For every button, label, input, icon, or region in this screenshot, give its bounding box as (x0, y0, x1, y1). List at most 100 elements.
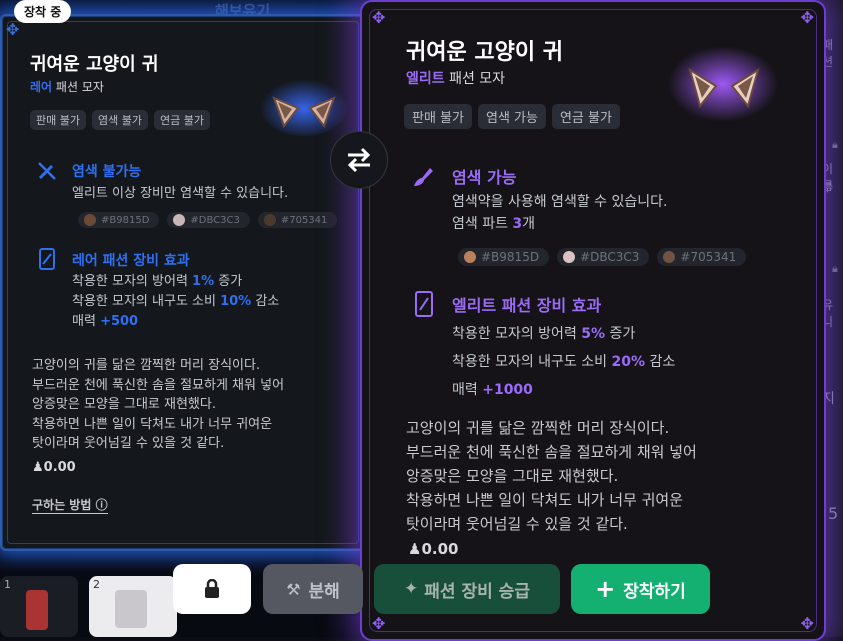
swatch-label: #705341 (680, 250, 737, 264)
swatch-label: #DBC3C3 (190, 214, 240, 226)
equipped-badge: 장착 중 (14, 0, 72, 23)
item-title: 귀여운 고양이 귀 (406, 40, 563, 65)
cat-ears-image (668, 46, 778, 122)
effect-value: +500 (100, 314, 139, 330)
swatch-dot (263, 214, 276, 226)
effect-line: 착용한 모자의 내구도 소비 20% 감소 (452, 348, 675, 376)
equip-button[interactable]: + 장착하기 (571, 564, 710, 614)
swatch-dot (84, 214, 96, 226)
side-panel-label: 5 (828, 504, 839, 523)
color-swatch[interactable]: #B9815D (458, 248, 550, 266)
dye-status-text: 엘리트 이상 장비만 염색할 수 있습니다. (72, 186, 289, 201)
swap-arrows-icon (347, 147, 371, 173)
swatch-label: #705341 (280, 214, 328, 226)
no-dye-icon (38, 162, 56, 180)
item-tags: 판매 불가 염색 불가 연금 불가 (30, 110, 210, 130)
dye-parts: 염색 파트 3개 (452, 214, 667, 236)
price-bag-icon: ♟ (408, 540, 422, 558)
slot-number: 2 (93, 578, 100, 591)
effect-title: 레어 패션 장비 효과 (72, 253, 190, 269)
dismantle-label: 분해 (308, 581, 340, 602)
effect-text: 매력 (72, 314, 101, 330)
dismantle-button[interactable]: ⚒ 분해 (263, 564, 363, 614)
ornament-icon: ✥ (800, 614, 814, 633)
effect-text: 착용한 모자의 내구도 소비 (452, 354, 612, 370)
price-value: 0.00 (43, 460, 76, 475)
swap-compare-button[interactable] (330, 131, 388, 189)
effect-value: 1% (192, 274, 215, 289)
upgrade-fashion-button[interactable]: ✦ 패션 장비 승급 (374, 564, 560, 614)
equipped-item-card: ✥ 귀여운 고양이 귀 레어 패션 모자 판매 불가 염색 불가 연금 불가 염… (0, 14, 366, 551)
description-line: 고양이의 귀를 닮은 깜찍한 머리 장식이다. (406, 419, 670, 437)
effect-text: 착용한 모자의 내구도 소비 (72, 294, 221, 310)
item-type: 패션 모자 (449, 71, 506, 87)
lock-icon: 🔒︎ (832, 138, 838, 151)
dye-description: 염색약을 사용해 염색할 수 있습니다. (452, 194, 668, 210)
tag-alchemy: 연금 불가 (551, 104, 620, 129)
tag-sell: 판매 불가 (30, 110, 86, 130)
effect-line: 매력 +500 (72, 312, 279, 332)
effect-title: 엘리트 패션 장비 효과 (452, 296, 602, 315)
effect-text: 착용한 모자의 방어력 (452, 326, 582, 342)
ornament-icon: ✥ (800, 8, 814, 27)
inventory-slot[interactable]: 2 (89, 576, 177, 637)
lock-button[interactable] (173, 564, 251, 614)
item-type: 패션 모자 (55, 80, 104, 94)
effect-lines: 착용한 모자의 방어력 1% 증가 착용한 모자의 내구도 소비 10% 감소 … (72, 272, 279, 332)
dye-swatches: #B9815D #DBC3C3 #705341 (78, 212, 338, 228)
fashion-card-icon (415, 291, 433, 317)
item-grade: 엘리트 (406, 71, 445, 87)
swatch-label: #DBC3C3 (580, 250, 640, 264)
description-line: 탓이라며 웃어넘길 수 있을 것 같다. (406, 515, 628, 533)
description-line: 탓이라며 웃어넘길 수 있을 것 같다. (32, 436, 225, 451)
dye-status-text: 염색약을 사용해 염색할 수 있습니다. 염색 파트 3개 (452, 192, 667, 235)
effect-value: 10% (220, 294, 252, 310)
inventory-slot[interactable]: 1 (0, 576, 78, 637)
lock-icon (205, 579, 219, 598)
tag-alchemy: 연금 불가 (153, 110, 210, 130)
swatch-dot (663, 251, 676, 263)
effect-value: 5% (581, 326, 606, 342)
plus-icon: + (595, 575, 616, 603)
description-line: 착용하면 나쁜 일이 닥쳐도 내가 너무 귀여운 (406, 491, 684, 509)
description-line: 고양이의 귀를 닮은 깜찍한 머리 장식이다. (32, 358, 261, 373)
color-swatch: #705341 (257, 212, 338, 228)
outfit-thumbnail (26, 590, 48, 630)
lock-icon: 🔒︎ (832, 262, 838, 275)
item-description: 고양이의 귀를 닮은 깜찍한 머리 장식이다. 부드러운 천에 푹신한 솜을 절… (406, 416, 697, 536)
color-swatch[interactable]: #705341 (657, 248, 747, 266)
color-swatch: #B9815D (78, 212, 160, 228)
upgrade-label: 패션 장비 승급 (424, 581, 530, 602)
tag-dye: 염색 가능 (477, 104, 546, 129)
effect-line: 착용한 모자의 내구도 소비 10% 감소 (72, 292, 279, 312)
effect-lines: 착용한 모자의 방어력 5% 증가 착용한 모자의 내구도 소비 20% 감소 … (452, 320, 675, 404)
item-price: ♟0.00 (408, 540, 458, 558)
sparkle-icon: ✦ (404, 579, 419, 599)
slot-number: 1 (4, 578, 11, 591)
how-to-get-link[interactable]: 구하는 방법 ⓘ (32, 496, 108, 514)
swatch-label: #B9815D (481, 250, 540, 264)
dye-status-title: 염색 가능 (452, 168, 517, 187)
compare-item-card: ✥ ✥ ✥ ✥ 귀여운 고양이 귀 엘리트 패션 모자 판매 불가 염색 가능 … (360, 0, 826, 641)
dye-parts-label: 염색 파트 (452, 215, 513, 232)
effect-line: 착용한 모자의 방어력 1% 증가 (72, 272, 279, 292)
effect-text: 증가 (605, 326, 636, 342)
price-bag-icon: ♟ (32, 460, 44, 475)
how-to-get-label: 구하는 방법 (32, 498, 92, 512)
dye-parts-count: 3 (512, 215, 523, 232)
swatch-label: #B9815D (101, 214, 150, 226)
description-line: 부드러운 천에 푹신한 솜을 절묘하게 채워 넣어 (32, 377, 285, 393)
effect-text: 감소 (251, 294, 280, 310)
swatch-dot (464, 251, 476, 263)
description-line: 착용하면 나쁜 일이 닥쳐도 내가 너무 귀여운 (32, 416, 273, 432)
tag-sell: 판매 불가 (404, 104, 472, 129)
color-swatch[interactable]: #DBC3C3 (557, 248, 650, 266)
ornament-icon: ✥ (6, 20, 20, 39)
item-grade-line: 레어 패션 모자 (30, 78, 104, 95)
item-grade: 레어 (30, 80, 53, 94)
price-value: 0.00 (421, 540, 459, 558)
description-line: 부드러운 천에 푹신한 솜을 절묘하게 채워 넣어 (406, 443, 697, 461)
effect-value: +1000 (482, 382, 533, 398)
effect-value: 20% (611, 354, 645, 370)
dye-brush-icon (414, 168, 433, 186)
